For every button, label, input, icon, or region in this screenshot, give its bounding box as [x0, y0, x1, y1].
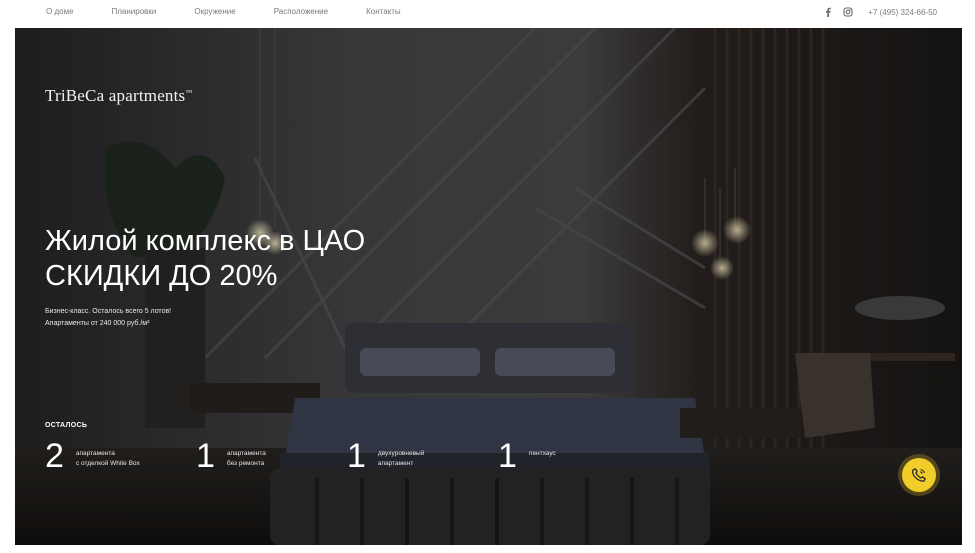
stat-number: 1	[498, 437, 517, 475]
stat-description: апартамента без ремонта	[226, 450, 266, 467]
subtitle-line-2: Апартаменты от 240 000 руб./м²	[45, 320, 150, 327]
nav-item-surroundings[interactable]: Окружение	[194, 7, 235, 16]
callback-button[interactable]	[902, 458, 936, 492]
facebook-icon[interactable]	[822, 6, 834, 18]
top-navigation: О доме Планировки Окружение Расположение…	[0, 0, 975, 26]
stat-number: 1	[347, 437, 366, 475]
remaining-label: ОСТАЛОСЬ	[45, 422, 88, 429]
brand-logo[interactable]: TriBeCa apartments™	[45, 86, 192, 106]
header-contacts: +7 (495) 324-66-50	[822, 6, 937, 18]
hero-subtitle: Бизнес-класс. Осталось всего 5 лотов! Ап…	[45, 306, 245, 330]
headline-line-2: СКИДКИ ДО 20%	[45, 260, 278, 292]
nav-item-plans[interactable]: Планировки	[112, 7, 157, 16]
nav-item-location[interactable]: Расположение	[274, 7, 328, 16]
nav-item-contacts[interactable]: Контакты	[366, 7, 401, 16]
remaining-stats: 2 апартамента с отделкой White Box 1 апа…	[45, 438, 649, 474]
stat-description: пентхаус	[528, 450, 556, 457]
phone-icon	[912, 468, 926, 482]
stat-penthouse: 1 пентхаус	[498, 438, 649, 474]
stat-description: апартамента с отделкой White Box	[75, 450, 140, 467]
stat-no-renovation: 1 апартамента без ремонта	[196, 438, 347, 474]
instagram-icon[interactable]	[842, 6, 854, 18]
stat-duplex: 1 двухуровневый апартамент	[347, 438, 498, 474]
stat-number: 1	[196, 437, 215, 475]
stat-description: двухуровневый апартамент	[377, 450, 425, 467]
phone-number[interactable]: +7 (495) 324-66-50	[868, 8, 937, 17]
headline-line-1: Жилой комплекс в ЦАО	[45, 225, 366, 257]
hero-headline: Жилой комплекс в ЦАО СКИДКИ ДО 20%	[45, 224, 365, 294]
nav-item-about[interactable]: О доме	[46, 7, 74, 16]
stat-number: 2	[45, 437, 64, 475]
main-menu: О доме Планировки Окружение Расположение…	[46, 7, 439, 16]
hero-banner: TriBeCa apartments™ Жилой комплекс в ЦАО…	[15, 28, 962, 545]
subtitle-line-1: Бизнес-класс. Осталось всего 5 лотов!	[45, 308, 172, 315]
stat-white-box: 2 апартамента с отделкой White Box	[45, 438, 196, 474]
